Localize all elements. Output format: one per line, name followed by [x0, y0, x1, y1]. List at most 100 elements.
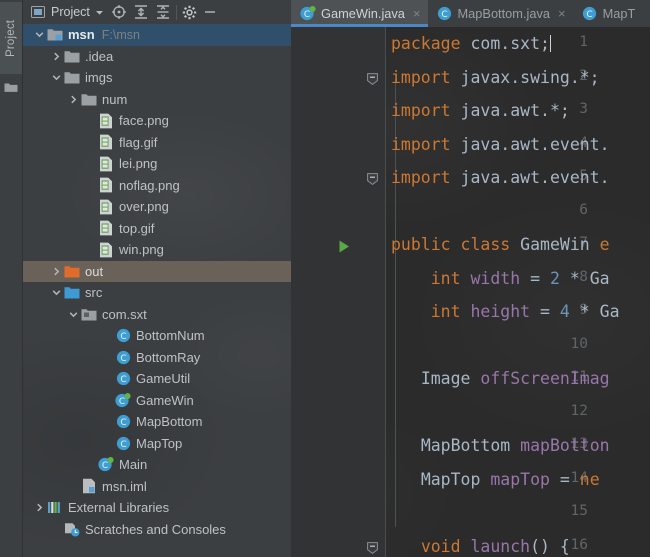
close-tab-icon[interactable]: × — [558, 7, 566, 20]
run-class-gutter-icon[interactable] — [337, 239, 351, 259]
chevron-right-icon[interactable] — [33, 501, 46, 514]
code-token: mapBotton — [520, 436, 610, 455]
code-line[interactable]: Image offScreenImag — [391, 369, 610, 388]
editor-tab-bar[interactable]: C GameWin.java × C MapBottom.java × C MapT — [291, 0, 650, 27]
editor-gutter[interactable] — [291, 27, 386, 557]
editor-tab-gamewin-java[interactable]: C GameWin.java × — [291, 0, 428, 27]
locate-file-icon[interactable] — [111, 4, 127, 20]
tree-item-msn-iml[interactable]: msn.iml — [23, 476, 291, 498]
code-line[interactable]: int height = 4 * Ga — [391, 302, 620, 321]
tree-item-bottomray[interactable]: C BottomRay — [23, 347, 291, 369]
tree-item-scratches-and-consoles[interactable]: Scratches and Consoles — [23, 519, 291, 541]
code-token: mapTop — [490, 469, 550, 489]
project-view-icon[interactable] — [31, 5, 45, 19]
tree-item-src[interactable]: src — [23, 282, 291, 304]
chevron-down-icon[interactable] — [50, 286, 63, 299]
tree-item-noflag-png[interactable]: noflag.png — [23, 175, 291, 197]
tree-item-out[interactable]: out — [23, 260, 291, 282]
tree-item-mapbottom[interactable]: C MapBottom — [23, 411, 291, 433]
tree-item-flag-gif[interactable]: flag.gif — [23, 132, 291, 154]
code-token: int — [430, 268, 461, 288]
tree-item-bottomnum[interactable]: C BottomNum — [23, 325, 291, 347]
close-tab-icon[interactable]: × — [413, 7, 421, 20]
code-line[interactable]: int width = 2 * Ga — [391, 269, 610, 288]
code-line[interactable]: void launch() { — [391, 537, 570, 556]
code-token: 4 — [559, 302, 570, 321]
tree-item-num[interactable]: num — [23, 89, 291, 111]
tree-item-label: out — [85, 263, 104, 279]
tree-item-label: msn.iml — [102, 478, 147, 494]
tree-item-msn[interactable]: msn F:\msn — [23, 24, 291, 46]
tree-item-imgs[interactable]: imgs — [23, 67, 291, 89]
svg-text:C: C — [441, 10, 447, 20]
code-fold-collapse-icon[interactable] — [367, 72, 378, 85]
tree-item-face-png[interactable]: face.png — [23, 110, 291, 132]
settings-gear-icon[interactable] — [182, 5, 197, 20]
code-line[interactable]: import javax.swing.*; — [391, 68, 600, 87]
chevron-down-icon[interactable] — [67, 308, 80, 321]
java-class-icon: C — [115, 371, 131, 387]
chevron-right-icon[interactable] — [50, 265, 63, 278]
code-line[interactable]: package com.sxt; — [391, 34, 551, 53]
tree-item-com-sxt[interactable]: com.sxt — [23, 304, 291, 326]
expand-all-icon[interactable] — [133, 4, 149, 20]
tree-item-main[interactable]: C Main — [23, 454, 291, 476]
tree-item-label: face.png — [119, 113, 169, 129]
code-token: Ga — [589, 268, 610, 288]
tree-item-external-libraries[interactable]: External Libraries — [23, 497, 291, 519]
code-token: Ga — [599, 302, 620, 321]
java-runnable-class-icon: C — [115, 392, 131, 408]
line-number: 10 — [570, 335, 588, 352]
tree-item-win-png[interactable]: win.png — [23, 239, 291, 261]
code-line[interactable]: import java.awt.event. — [391, 168, 610, 187]
minimize-panel-icon[interactable] — [203, 5, 217, 19]
tree-item-label: Scratches and Consoles — [85, 521, 226, 537]
chevron-down-icon[interactable] — [94, 7, 105, 18]
package-folder-icon — [81, 306, 97, 322]
editor-tab-mapbottom-java[interactable]: C MapBottom.java × — [427, 0, 573, 27]
code-editor[interactable]: 1 package com.sxt; 2 import javax.swing.*; 3… — [291, 27, 650, 557]
tree-item-gamewin[interactable]: C GameWin — [23, 390, 291, 412]
tree-item-gameutil[interactable]: C GameUtil — [23, 368, 291, 390]
tree-item-over-png[interactable]: over.png — [23, 196, 291, 218]
image-file-icon — [98, 134, 114, 150]
tree-item-top-gif[interactable]: top.gif — [23, 218, 291, 240]
code-line[interactable]: import java.awt.event. — [391, 135, 610, 154]
chevron-down-icon[interactable] — [33, 28, 46, 41]
code-line[interactable]: MapTop mapTop = ne — [391, 470, 600, 489]
code-line[interactable]: public class GameWin e — [391, 235, 610, 254]
code-line[interactable]: MapBottom mapBotton — [391, 436, 610, 455]
chevron-right-icon[interactable] — [67, 93, 80, 106]
code-token: offScreenImag — [480, 369, 610, 388]
folder-icon[interactable] — [4, 80, 18, 92]
chevron-down-icon[interactable] — [50, 71, 63, 84]
code-fold-collapse-icon[interactable] — [367, 172, 378, 186]
java-class-icon: C — [115, 328, 131, 344]
project-tool-window-button[interactable]: Project — [0, 2, 22, 74]
code-fold-collapse-icon[interactable] — [367, 541, 378, 554]
code-line[interactable]: import java.awt.*; — [391, 101, 570, 120]
tree-item-maptop[interactable]: C MapTop — [23, 433, 291, 455]
chevron-right-icon[interactable] — [50, 50, 63, 63]
tree-item-label: BottomRay — [136, 349, 201, 365]
folder-icon — [64, 70, 80, 86]
collapse-all-icon[interactable] — [155, 4, 171, 20]
tree-item-lei-png[interactable]: lei.png — [23, 153, 291, 175]
tree-item-idea[interactable]: .idea — [23, 46, 291, 68]
svg-text:C: C — [120, 375, 126, 385]
project-tree[interactable]: msn F:\msn .idea imgs num face.png flag.gif lei… — [23, 24, 291, 557]
code-token: int — [430, 302, 461, 321]
svg-text:C: C — [586, 10, 592, 20]
line-number: 6 — [579, 201, 588, 218]
tab-label: GameWin.java — [321, 6, 405, 21]
editor-tab-mapt[interactable]: C MapT — [572, 0, 643, 27]
java-class-icon: C — [115, 414, 131, 430]
toolbar-divider — [175, 4, 177, 20]
